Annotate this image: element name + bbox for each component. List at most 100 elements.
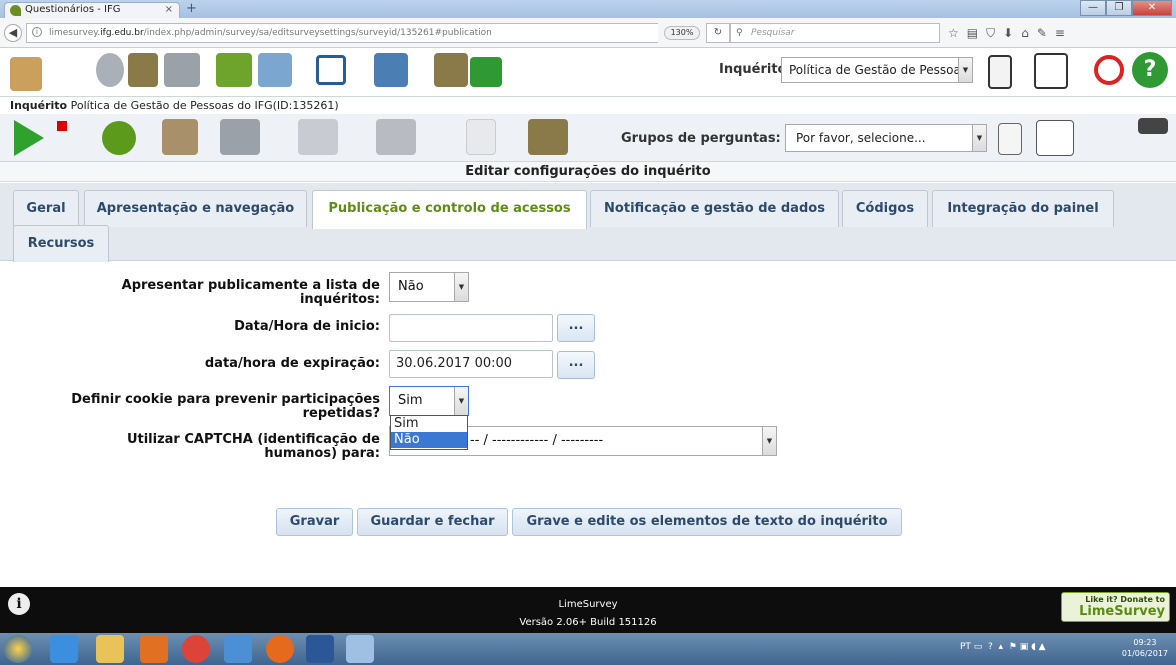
activate-survey-icon[interactable] xyxy=(14,120,44,156)
reload-icon[interactable]: ↻ xyxy=(706,23,730,43)
language-indicator[interactable]: PT xyxy=(960,642,971,652)
start-date-picker-button[interactable]: ... xyxy=(557,314,595,342)
browser-toolbar-icons: ☆ ▤ ⛉ ⬇ ⌂ ✎ ≡ xyxy=(948,23,1065,43)
home-icon[interactable]: ⌂ xyxy=(1021,23,1029,43)
url-path: /index.php/admin/survey/sa/editsurveyset… xyxy=(143,28,492,38)
expiry-date-picker-button[interactable]: ... xyxy=(557,351,595,379)
settings-wrench-icon[interactable] xyxy=(96,53,124,87)
close-tab-icon[interactable]: × xyxy=(165,3,173,17)
browser-tab[interactable]: Questionários - IFG × xyxy=(4,2,180,18)
captcha-value: -- / ------------ / --------- xyxy=(470,433,604,448)
edit-survey-icon[interactable] xyxy=(162,119,198,155)
media-player-icon[interactable] xyxy=(140,635,168,663)
help-tray-icon[interactable]: ? xyxy=(988,642,993,652)
survey-tools-icon[interactable] xyxy=(220,119,260,155)
templates-icon[interactable] xyxy=(374,53,408,87)
surveys-select[interactable]: Política de Gestão de Pessoa ▼ xyxy=(781,57,973,83)
zoom-level[interactable]: 130% xyxy=(664,26,700,40)
minimize-icon[interactable]: — xyxy=(1080,0,1106,16)
file-explorer-icon[interactable] xyxy=(96,635,124,663)
question-groups-label: Grupos de perguntas: xyxy=(621,131,781,146)
tab-resources[interactable]: Recursos xyxy=(13,225,109,262)
clock-date: 01/06/2017 xyxy=(1121,649,1168,658)
tab-presentation[interactable]: Apresentação e navegação xyxy=(84,190,307,227)
cookie-select[interactable]: Sim ▼ xyxy=(389,386,469,416)
internet-explorer-icon[interactable] xyxy=(50,635,78,663)
browser-search-input[interactable]: ⚲ Pesquisar xyxy=(730,23,940,43)
system-tray: PT ▭ ? ▴ ⚑ ▣ ◖ ▲ xyxy=(960,642,1046,652)
sql-icon[interactable] xyxy=(258,53,292,87)
chevron-down-icon: ▼ xyxy=(958,58,972,82)
save-close-button[interactable]: Guardar e fechar xyxy=(357,508,508,536)
database-icon[interactable] xyxy=(216,53,252,87)
add-question-group-icon[interactable] xyxy=(1036,120,1074,156)
back-icon[interactable]: ◀ xyxy=(4,24,22,42)
firefox-icon[interactable] xyxy=(266,635,294,663)
responses-icon[interactable] xyxy=(376,119,416,155)
donate-line2: LimeSurvey xyxy=(1079,604,1165,619)
list-surveys-icon[interactable] xyxy=(988,55,1012,89)
start-date-label: Data/Hora de inicio: xyxy=(234,319,380,334)
chrome-icon[interactable] xyxy=(182,635,210,663)
save-button[interactable]: Gravar xyxy=(276,508,353,536)
group-navigation-arrows-icon[interactable] xyxy=(998,123,1022,155)
snipping-tool-icon[interactable] xyxy=(346,635,374,663)
page-info-icon[interactable]: i xyxy=(32,27,42,37)
token-participants-icon[interactable] xyxy=(528,119,568,155)
question-groups-select[interactable]: Por favor, selecione... ▼ xyxy=(785,124,987,152)
window-close-icon[interactable]: ✕ xyxy=(1132,0,1172,16)
plugins-icon[interactable] xyxy=(470,57,502,87)
clock-time: 09:23 xyxy=(1133,638,1157,647)
search-placeholder: Pesquisar xyxy=(751,28,795,38)
users-icon[interactable] xyxy=(128,53,158,87)
start-date-input[interactable] xyxy=(389,314,553,342)
tab-general[interactable]: Geral xyxy=(13,190,79,227)
display-export-icon[interactable] xyxy=(298,119,338,155)
participants-icon[interactable] xyxy=(434,53,468,87)
tools-icon[interactable] xyxy=(164,53,200,87)
window-controls: — ❐ ✕ xyxy=(1080,0,1172,16)
cookie-option-nao[interactable]: Não xyxy=(391,432,467,448)
extension-icon[interactable]: ✎ xyxy=(1037,23,1047,43)
toggle-panels-icon[interactable] xyxy=(1138,118,1168,134)
stop-survey-icon[interactable] xyxy=(57,121,67,131)
table-icon[interactable] xyxy=(316,55,346,85)
help-icon[interactable]: ? xyxy=(1132,52,1168,88)
donate-button[interactable]: Like it? Donate to LimeSurvey xyxy=(1061,592,1170,622)
maximize-icon[interactable]: ❐ xyxy=(1106,0,1132,16)
cookie-option-sim[interactable]: Sim xyxy=(391,416,467,432)
admin-home-icon[interactable] xyxy=(10,57,42,91)
url-bar[interactable]: limesurvey.ifg.edu.br/index.php/admin/su… xyxy=(26,23,658,43)
new-tab-icon[interactable]: + xyxy=(186,2,197,16)
bookmark-star-icon[interactable]: ☆ xyxy=(948,23,959,43)
tab-panel-integration[interactable]: Integração do painel xyxy=(932,190,1114,227)
save-edit-text-button[interactable]: Grave e edite os elementos de texto do i… xyxy=(512,508,902,536)
system-clock[interactable]: 09:23 01/06/2017 xyxy=(1122,637,1168,659)
logout-icon[interactable] xyxy=(1094,55,1124,85)
shield-app-icon[interactable] xyxy=(224,635,252,663)
chevron-down-icon: ▼ xyxy=(454,387,468,415)
expiry-date-input[interactable]: 30.06.2017 00:00 xyxy=(389,350,553,378)
tab-publication[interactable]: Publicação e controlo de acessos xyxy=(312,190,587,229)
cookie-dropdown-list: Sim Não xyxy=(390,415,468,450)
start-icon[interactable] xyxy=(4,635,32,663)
new-survey-icon[interactable] xyxy=(1034,53,1068,89)
survey-settings-gear-icon[interactable] xyxy=(102,121,136,155)
surveys-select-value: Política de Gestão de Pessoa xyxy=(789,63,961,77)
section-title: Editar configurações do inquérito xyxy=(0,162,1176,182)
donate-line1: Like it? Donate to xyxy=(1085,595,1165,604)
info-icon[interactable]: i xyxy=(8,593,30,615)
site-favicon-icon xyxy=(10,5,21,16)
menu-icon[interactable]: ≡ xyxy=(1055,23,1065,43)
url-domain: ifg.edu.br xyxy=(100,28,144,38)
url-prefix: limesurvey. xyxy=(49,28,101,38)
public-list-select[interactable]: Não ▼ xyxy=(389,272,469,302)
survey-logic-icon[interactable] xyxy=(466,119,496,155)
pocket-icon[interactable]: ⛉ xyxy=(986,23,995,43)
tab-notification[interactable]: Notificação e gestão de dados xyxy=(590,190,839,227)
reading-list-icon[interactable]: ▤ xyxy=(967,23,978,43)
tab-tokens[interactable]: Códigos xyxy=(842,190,928,227)
word-icon[interactable] xyxy=(306,635,334,663)
survey-prefix: Inquérito xyxy=(10,99,68,112)
download-icon[interactable]: ⬇ xyxy=(1003,23,1013,43)
